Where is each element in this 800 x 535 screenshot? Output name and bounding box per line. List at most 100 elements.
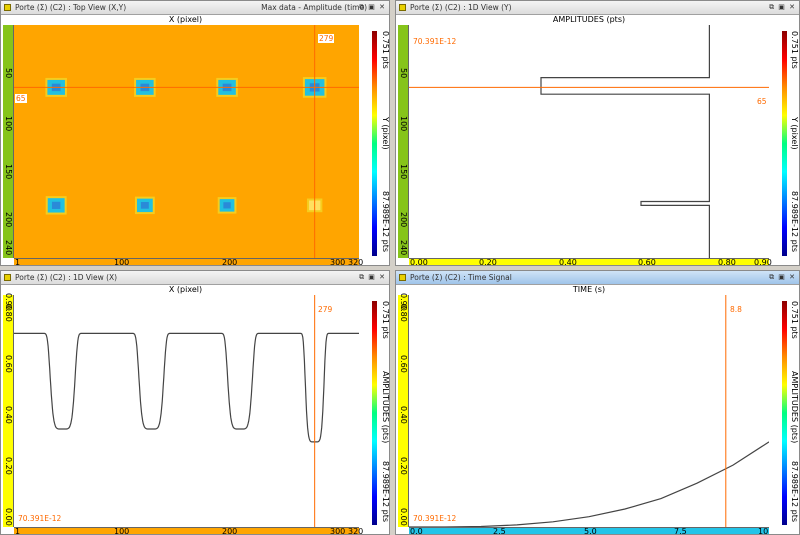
x-tick: 320 xyxy=(348,527,364,535)
view-x-colorbar xyxy=(372,301,377,525)
time-signal-cursor-label: 8.8 xyxy=(730,305,742,314)
time-signal-colorbar xyxy=(782,301,787,525)
view-y-profile-line xyxy=(540,25,710,258)
x-tick: 0.80 xyxy=(718,258,736,266)
heatmap-spot-core xyxy=(140,201,149,209)
view-x-plot[interactable] xyxy=(14,295,359,527)
time-signal-colorbar-min: 87.989E-12 pts xyxy=(790,461,799,523)
y-tick: 150 xyxy=(4,164,13,180)
x-tick: 0.0 xyxy=(410,527,423,535)
time-signal-panel: Porte (Σ) (C2) : Time Signal ⧉ ▣ ✕ TIME … xyxy=(395,270,800,535)
y-tick: 50 xyxy=(399,68,408,79)
view-x-y-axis: 0.00 0.20 0.40 0.60 0.80 0.90 xyxy=(3,293,14,527)
top-view-titlebar[interactable]: Porte (Σ) (C2) : Top View (X,Y) Max data… xyxy=(1,1,389,15)
y-tick: 0.40 xyxy=(399,406,408,424)
time-signal-line xyxy=(409,441,769,527)
view-y-colorbar-min: 87.989E-12 pts xyxy=(790,191,799,253)
time-signal-titlebar[interactable]: Porte (Σ) (C2) : Time Signal ⧉ ▣ ✕ xyxy=(396,271,799,285)
time-signal-y-axis: 0.00 0.20 0.40 0.60 0.80 0.90 xyxy=(398,293,409,527)
y-tick: 0.20 xyxy=(399,457,408,475)
time-signal-axis-title: TIME (s) xyxy=(572,285,606,294)
y-tick: 0.60 xyxy=(4,355,13,373)
x-tick: 300 xyxy=(330,527,346,535)
view-y-vertical-label: Y (pixel) xyxy=(790,117,799,150)
y-tick: 0.00 xyxy=(4,508,13,526)
top-view-heatmap[interactable] xyxy=(14,25,359,258)
x-tick: 1 xyxy=(15,527,21,535)
top-view-cursor-y-label: 65 xyxy=(15,94,27,103)
view-x-cursor-label: 279 xyxy=(318,305,333,314)
view-y-colorbar-max: 0.751 pts xyxy=(790,31,799,69)
x-tick: 0.20 xyxy=(479,258,497,266)
view-y-titlebar[interactable]: Porte (Σ) (C2) : 1D View (Y) ⧉ ▣ ✕ xyxy=(396,1,799,15)
y-tick: 240 xyxy=(399,240,408,256)
top-view-panel: Porte (Σ) (C2) : Top View (X,Y) Max data… xyxy=(0,0,390,266)
view-x-x-axis: 1 100 200 300 320 xyxy=(14,527,363,535)
x-tick: 1 xyxy=(15,258,21,266)
view-y-y-axis: 50 100 150 200 240 xyxy=(398,25,409,258)
x-tick: 320 xyxy=(348,258,364,266)
heatmap-spot-core xyxy=(223,202,231,209)
time-signal-corner-value: 70.391E-12 xyxy=(413,514,457,523)
time-signal-vertical-label: AMPLITUDES (pts) xyxy=(790,371,799,444)
view-x-corner-value: 70.391E-12 xyxy=(18,514,62,523)
y-tick: 0.00 xyxy=(399,508,408,526)
view-x-vertical-label: AMPLITUDES (pts) xyxy=(381,371,390,444)
x-tick: 10 xyxy=(758,527,769,535)
y-tick: 150 xyxy=(399,164,408,180)
x-tick: 0.90 xyxy=(754,258,772,266)
window-controls[interactable]: ⧉ ▣ ✕ xyxy=(769,1,796,14)
view-y-corner-value: 70.391E-12 xyxy=(413,37,457,46)
heatmap-spot-core xyxy=(51,201,61,209)
time-signal-plot[interactable] xyxy=(409,295,769,527)
y-tick: 200 xyxy=(399,212,408,228)
window-icon xyxy=(399,274,406,281)
y-tick: 50 xyxy=(4,68,13,79)
x-tick: 7.5 xyxy=(674,527,687,535)
view-y-title: Porte (Σ) (C2) : 1D View (Y) xyxy=(410,3,512,12)
x-tick: 100 xyxy=(114,258,130,266)
view-y-cursor-label: 65 xyxy=(757,97,767,106)
window-controls[interactable]: ⧉ ▣ ✕ xyxy=(769,271,796,284)
window-icon xyxy=(399,4,406,11)
window-controls[interactable]: ⧉ ▣ ✕ xyxy=(359,271,386,284)
x-tick: 0.40 xyxy=(559,258,577,266)
time-signal-colorbar-max: 0.751 pts xyxy=(790,301,799,339)
time-signal-title: Porte (Σ) (C2) : Time Signal xyxy=(410,273,512,282)
y-tick: 240 xyxy=(4,240,13,256)
top-view-colorbar xyxy=(372,31,377,256)
x-tick: 0.00 xyxy=(410,258,428,266)
heatmap-background xyxy=(14,25,359,258)
view-x-profile-line xyxy=(14,332,359,443)
y-tick: 0.20 xyxy=(4,457,13,475)
top-view-vertical-label: Y (pixel) xyxy=(381,117,390,150)
view-x-colorbar-max: 0.751 pts xyxy=(381,301,390,339)
y-tick: 0.40 xyxy=(4,406,13,424)
view-y-colorbar xyxy=(782,31,787,256)
x-tick: 200 xyxy=(222,527,238,535)
y-tick: 200 xyxy=(4,212,13,228)
view-y-panel: Porte (Σ) (C2) : 1D View (Y) ⧉ ▣ ✕ AMPLI… xyxy=(395,0,800,266)
window-controls[interactable]: ⧉ ▣ ✕ xyxy=(359,1,386,14)
top-view-cursor-x-label: 279 xyxy=(318,34,335,43)
x-tick: 100 xyxy=(114,527,130,535)
window-icon xyxy=(4,274,11,281)
view-y-x-axis: 0.00 0.20 0.40 0.60 0.80 0.90 xyxy=(409,258,772,266)
view-x-title: Porte (Σ) (C2) : 1D View (X) xyxy=(15,273,118,282)
x-tick: 200 xyxy=(222,258,238,266)
y-tick: 0.90 xyxy=(4,293,13,311)
view-y-axis-title: AMPLITUDES (pts) xyxy=(552,15,626,24)
view-x-titlebar[interactable]: Porte (Σ) (C2) : 1D View (X) ⧉ ▣ ✕ xyxy=(1,271,389,285)
y-tick: 100 xyxy=(4,116,13,132)
x-tick: 5.0 xyxy=(584,527,597,535)
view-x-panel: Porte (Σ) (C2) : 1D View (X) ⧉ ▣ ✕ X (pi… xyxy=(0,270,390,535)
view-y-plot[interactable] xyxy=(409,25,769,258)
x-tick: 300 xyxy=(330,258,346,266)
time-signal-x-axis: 0.0 2.5 5.0 7.5 10 xyxy=(409,527,769,535)
y-tick: 0.60 xyxy=(399,355,408,373)
view-x-colorbar-min: 87.989E-12 pts xyxy=(381,461,390,523)
x-tick: 2.5 xyxy=(493,527,506,535)
view-x-axis-title: X (pixel) xyxy=(168,285,203,294)
top-view-title: Porte (Σ) (C2) : Top View (X,Y) xyxy=(15,3,127,12)
y-tick: 0.90 xyxy=(399,293,408,311)
